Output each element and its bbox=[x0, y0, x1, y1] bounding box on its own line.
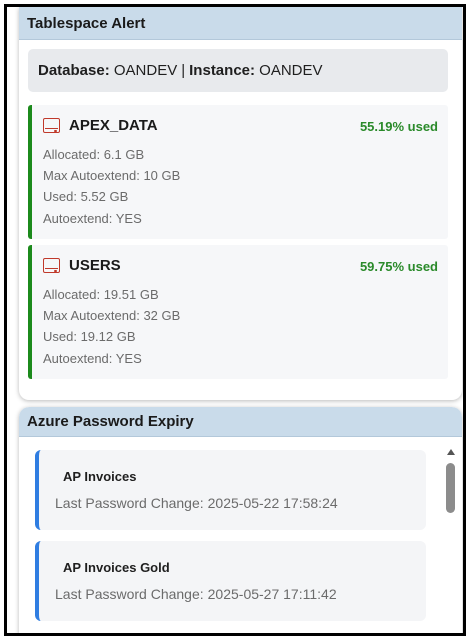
last-password-change-label: Last Password Change: bbox=[55, 586, 204, 602]
azure-password-expiry-title: Azure Password Expiry bbox=[27, 413, 194, 430]
last-password-change-value: 2025-05-27 17:11:42 bbox=[207, 586, 337, 602]
tablespace-used-percent: 59.75% used bbox=[359, 259, 438, 274]
database-label: Database: bbox=[38, 62, 110, 79]
tablespace-card-users[interactable]: USERS 59.75% used Allocated: 19.51 GB Ma… bbox=[28, 245, 448, 379]
database-instance-separator: | bbox=[181, 62, 186, 79]
instance-label: Instance: bbox=[189, 62, 255, 79]
database-info-box: Database: OANDEV | Instance: OANDEV bbox=[28, 49, 448, 92]
azure-app-name: AP Invoices bbox=[63, 469, 137, 484]
tablespace-autoextend: Autoextend: YES bbox=[43, 351, 142, 366]
tablespace-allocated: Allocated: 6.1 GB bbox=[43, 147, 145, 162]
tablespace-used: Used: 5.52 GB bbox=[43, 189, 129, 204]
last-password-change: Last Password Change: 2025-05-27 17:11:42 bbox=[55, 586, 337, 602]
tablespace-card-header: USERS bbox=[43, 257, 121, 274]
tablespace-card-header: APEX_DATA bbox=[43, 117, 158, 134]
database-value: OANDEV bbox=[113, 62, 178, 79]
tablespace-alert-header: Tablespace Alert bbox=[19, 7, 462, 40]
last-password-change-value: 2025-05-22 17:58:24 bbox=[207, 495, 338, 511]
vertical-scrollbar[interactable] bbox=[446, 449, 456, 633]
last-password-change: Last Password Change: 2025-05-22 17:58:24 bbox=[55, 495, 338, 511]
tablespace-alert-panel: Tablespace Alert Database: OANDEV | Inst… bbox=[19, 7, 462, 400]
tablespace-alert-title: Tablespace Alert bbox=[27, 14, 146, 32]
disk-icon bbox=[43, 258, 60, 273]
tablespace-max-autoextend: Max Autoextend: 10 GB bbox=[43, 168, 181, 183]
tablespace-max-autoextend: Max Autoextend: 32 GB bbox=[43, 308, 181, 323]
scroll-up-arrow-icon[interactable] bbox=[447, 449, 455, 455]
screenshot-frame: Tablespace Alert Database: OANDEV | Inst… bbox=[4, 4, 466, 636]
azure-password-card[interactable]: AP Invoices Gold Last Password Change: 20… bbox=[35, 541, 426, 621]
azure-password-expiry-panel: Azure Password Expiry AP Invoices Last P… bbox=[19, 407, 462, 633]
tablespace-card-apex-data[interactable]: APEX_DATA 55.19% used Allocated: 6.1 GB … bbox=[28, 105, 448, 239]
tablespace-used-percent: 55.19% used bbox=[359, 119, 438, 134]
azure-password-expiry-header: Azure Password Expiry bbox=[19, 407, 462, 437]
tablespace-name: USERS bbox=[69, 257, 121, 274]
azure-app-name: AP Invoices Gold bbox=[63, 560, 170, 575]
tablespace-allocated: Allocated: 19.51 GB bbox=[43, 287, 159, 302]
scrollbar-thumb[interactable] bbox=[446, 463, 455, 513]
tablespace-name: APEX_DATA bbox=[69, 117, 158, 134]
last-password-change-label: Last Password Change: bbox=[55, 495, 204, 511]
instance-value: OANDEV bbox=[259, 62, 323, 79]
tablespace-used: Used: 19.12 GB bbox=[43, 329, 136, 344]
azure-password-card[interactable]: AP Invoices Last Password Change: 2025-05… bbox=[35, 450, 426, 530]
disk-icon bbox=[43, 118, 60, 133]
tablespace-autoextend: Autoextend: YES bbox=[43, 211, 142, 226]
